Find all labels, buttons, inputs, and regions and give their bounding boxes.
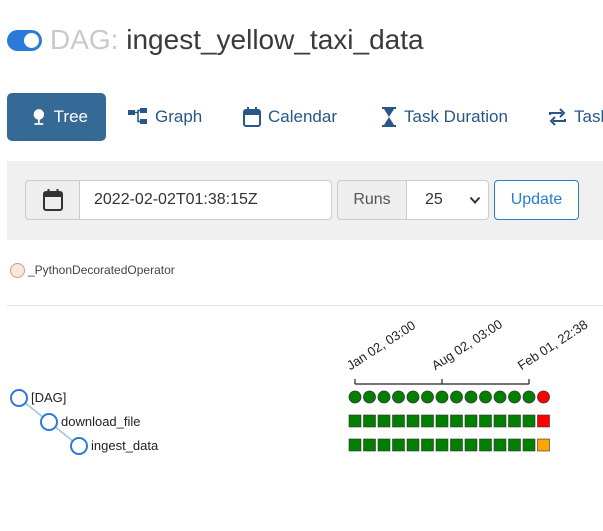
tree-node-label-ingest-data[interactable]: ingest_data bbox=[91, 438, 158, 453]
task-instance-status[interactable] bbox=[450, 414, 463, 428]
task-instance-status[interactable] bbox=[406, 438, 420, 452]
tab-graph[interactable]: Graph bbox=[128, 93, 202, 141]
task-instance-status[interactable] bbox=[508, 438, 521, 452]
operator-legend-swatch bbox=[10, 263, 25, 278]
tree-node-ingest-data[interactable] bbox=[70, 437, 88, 455]
task-instance-status[interactable] bbox=[421, 414, 434, 428]
tab-label: Calendar bbox=[268, 107, 337, 126]
task-instance-status[interactable] bbox=[392, 414, 405, 428]
task-instance-status[interactable] bbox=[348, 414, 362, 428]
dag-run-status[interactable] bbox=[421, 390, 434, 404]
tab-label: Graph bbox=[155, 107, 203, 126]
task-instance-status[interactable] bbox=[464, 438, 478, 452]
run-date-label: Aug 02, 03:00 bbox=[428, 316, 505, 373]
dag-run-status[interactable] bbox=[406, 390, 420, 404]
task-instance-status[interactable] bbox=[435, 414, 449, 428]
task-instance-status[interactable] bbox=[392, 438, 405, 452]
chevron-down-icon bbox=[469, 196, 481, 204]
tab-calendar[interactable]: Calendar bbox=[243, 93, 337, 141]
tab-label: Task Duration bbox=[404, 107, 508, 126]
dag-run-status[interactable] bbox=[450, 390, 463, 404]
dag-run-status[interactable] bbox=[392, 390, 405, 404]
tab-label: Task bbox=[574, 107, 603, 126]
tree-node-download-file[interactable] bbox=[40, 413, 58, 431]
num-runs-select[interactable]: 25 bbox=[406, 180, 489, 220]
tree-node-label-dag[interactable]: [DAG] bbox=[31, 390, 66, 405]
dag-run-status[interactable] bbox=[464, 390, 478, 404]
divider bbox=[7, 305, 603, 306]
task-instance-status[interactable] bbox=[464, 414, 478, 428]
tab-tree[interactable]: Tree bbox=[7, 93, 106, 141]
task-instance-status[interactable] bbox=[363, 438, 376, 452]
task-instance-status[interactable] bbox=[493, 414, 507, 428]
update-button[interactable]: Update bbox=[494, 180, 579, 220]
page-title: DAG: ingest_yellow_taxi_data bbox=[50, 22, 424, 58]
dag-prefix: DAG: bbox=[50, 24, 119, 55]
dag-id: ingest_yellow_taxi_data bbox=[126, 24, 424, 55]
calendar-icon bbox=[42, 189, 63, 211]
dag-run-status[interactable] bbox=[537, 390, 550, 404]
task-instance-status[interactable] bbox=[421, 438, 434, 452]
tab-task-duration[interactable]: Task Duration bbox=[381, 93, 508, 141]
repeat-icon bbox=[549, 108, 566, 126]
task-instance-status[interactable] bbox=[522, 438, 536, 452]
task-instance-status[interactable] bbox=[377, 414, 391, 428]
task-instance-status[interactable] bbox=[493, 438, 507, 452]
task-instance-status[interactable] bbox=[406, 414, 420, 428]
base-date-input[interactable] bbox=[80, 180, 332, 220]
dag-run-status[interactable] bbox=[377, 390, 391, 404]
tab-label: Tree bbox=[53, 107, 88, 126]
tree-node-label-download-file[interactable]: download_file bbox=[61, 414, 141, 429]
dag-run-status[interactable] bbox=[479, 390, 492, 404]
tree-node-dag[interactable] bbox=[10, 389, 28, 407]
task-instance-status[interactable] bbox=[435, 438, 449, 452]
dag-pause-toggle[interactable] bbox=[7, 30, 42, 51]
task-instance-status[interactable] bbox=[348, 438, 362, 452]
dag-run-status[interactable] bbox=[363, 390, 376, 404]
dag-run-status[interactable] bbox=[522, 390, 536, 404]
graph-icon bbox=[128, 108, 147, 124]
task-instance-status[interactable] bbox=[450, 438, 463, 452]
tab-task-tries[interactable]: Task bbox=[548, 93, 603, 141]
task-instance-status[interactable] bbox=[508, 414, 521, 428]
dag-run-status[interactable] bbox=[508, 390, 521, 404]
dag-run-status[interactable] bbox=[435, 390, 449, 404]
view-tabs: Tree Graph Calendar Task Duration Tas bbox=[0, 93, 603, 141]
dag-run-status[interactable] bbox=[493, 390, 507, 404]
run-date-label: Feb 01, 22:38 bbox=[514, 316, 591, 373]
calendar-icon bbox=[243, 107, 261, 127]
runs-label: Runs bbox=[337, 180, 407, 220]
task-instance-status[interactable] bbox=[377, 438, 391, 452]
task-instance-status[interactable] bbox=[363, 414, 376, 428]
task-instance-status[interactable] bbox=[479, 438, 492, 452]
run-status-grid bbox=[348, 379, 550, 452]
task-instance-status[interactable] bbox=[479, 414, 492, 428]
dag-run-status[interactable] bbox=[348, 390, 362, 404]
date-picker-button[interactable] bbox=[25, 180, 80, 220]
task-instance-status[interactable] bbox=[537, 438, 550, 452]
operator-legend-label: _PythonDecoratedOperator bbox=[28, 263, 175, 277]
run-date-label: Jan 02, 03:00 bbox=[343, 317, 419, 373]
task-instance-status[interactable] bbox=[537, 414, 550, 428]
num-runs-value: 25 bbox=[425, 191, 443, 208]
tree-icon bbox=[33, 109, 45, 125]
task-instance-status[interactable] bbox=[522, 414, 536, 428]
hourglass-icon bbox=[382, 107, 396, 127]
